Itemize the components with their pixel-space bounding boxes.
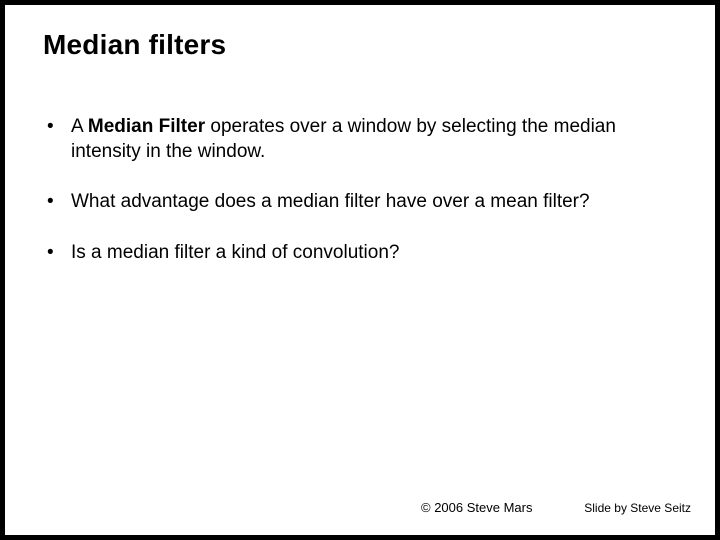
slide-title: Median filters [43,29,226,61]
bullet-text-prefix: What advantage does a median filter have… [71,191,590,212]
bullet-list: A Median Filter operates over a window b… [43,115,679,266]
bullet-text-prefix: Is a median filter a kind of convolution… [71,242,399,263]
slide: Median filters A Median Filter operates … [5,5,715,535]
bullet-text-bold: Median Filter [88,116,205,137]
slide-body: A Median Filter operates over a window b… [43,115,679,292]
list-item: What advantage does a median filter have… [43,190,679,215]
list-item: A Median Filter operates over a window b… [43,115,679,164]
footer-copyright: © 2006 Steve Mars [421,500,532,515]
footer-attribution: Slide by Steve Seitz [582,501,691,515]
list-item: Is a median filter a kind of convolution… [43,241,679,266]
bullet-text-prefix: A [71,116,88,137]
